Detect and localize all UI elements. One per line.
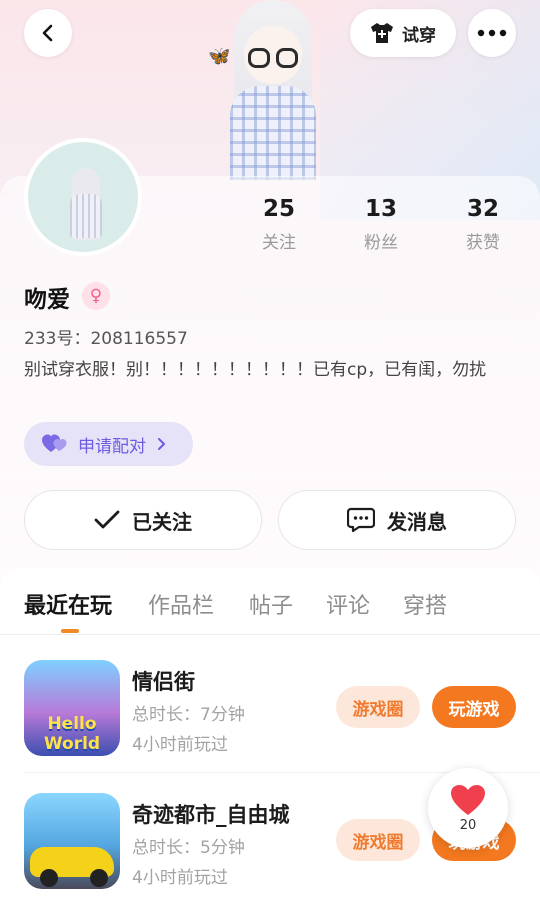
- active-tab-indicator: [61, 629, 79, 633]
- character-figure: [196, 0, 346, 180]
- profile-uid: 233号：208116557: [24, 329, 188, 349]
- play-game-button[interactable]: 玩游戏: [432, 686, 516, 728]
- stat-fans-label: 粉丝: [364, 233, 398, 253]
- game-row[interactable]: Hello World 情侣街 总时长：7分钟 4小时前玩过 游戏圈 玩游戏: [0, 660, 540, 780]
- more-dots-icon: [477, 29, 507, 37]
- tabs-divider: [0, 634, 540, 635]
- send-message-label: 发消息: [387, 509, 447, 534]
- more-button[interactable]: [468, 9, 516, 57]
- game-duration: 总时长：5分钟: [132, 838, 245, 858]
- chevron-left-icon: [42, 24, 53, 42]
- request-pair-label: 申请配对: [78, 436, 146, 457]
- tab-posts[interactable]: 帖子: [249, 588, 293, 620]
- tab-comments[interactable]: 评论: [326, 588, 370, 620]
- tab-outfits[interactable]: 穿搭: [403, 588, 447, 620]
- avatar[interactable]: [24, 138, 142, 256]
- tab-works[interactable]: 作品栏: [148, 588, 214, 620]
- stat-fans-value: 13: [364, 196, 397, 222]
- car-wheel: [40, 869, 58, 887]
- character-glasses-left: [248, 48, 270, 68]
- request-pair-button[interactable]: 申请配对: [24, 422, 193, 466]
- tab-recently-played[interactable]: 最近在玩: [24, 588, 112, 620]
- stat-likes[interactable]: 32 获赞: [443, 196, 523, 253]
- followed-button[interactable]: 已关注: [24, 490, 262, 550]
- stat-likes-label: 获赞: [466, 233, 500, 253]
- try-on-label: 试穿: [402, 25, 436, 46]
- shirt-icon: [371, 23, 393, 43]
- checkmark-icon: [94, 510, 120, 529]
- female-gender-icon: ♀: [82, 282, 110, 310]
- stat-following-value: 25: [262, 196, 295, 222]
- avatar-figure-body: [70, 194, 102, 238]
- like-button[interactable]: 20: [428, 768, 508, 848]
- heart-icon: [451, 784, 485, 815]
- game-title: 奇迹都市_自由城: [132, 803, 290, 827]
- car-wheel: [90, 869, 108, 887]
- stat-fans[interactable]: 13 粉丝: [341, 196, 421, 253]
- stat-following[interactable]: 25 关注: [239, 196, 319, 253]
- chevron-right-icon: [158, 438, 165, 450]
- game-duration: 总时长：7分钟: [132, 705, 245, 725]
- game-circle-button[interactable]: 游戏圈: [336, 686, 420, 728]
- game-icon-text: Hello World: [43, 714, 101, 754]
- character-outfit: [230, 86, 316, 180]
- game-last-played: 4小时前玩过: [132, 735, 228, 755]
- game-last-played: 4小时前玩过: [132, 868, 228, 888]
- game-title: 情侣街: [132, 670, 195, 694]
- stat-following-label: 关注: [262, 233, 296, 253]
- double-heart-icon: [42, 434, 67, 452]
- back-button[interactable]: [24, 9, 72, 57]
- followed-label: 已关注: [132, 509, 192, 534]
- send-message-button[interactable]: 发消息: [278, 490, 516, 550]
- stat-likes-value: 32: [466, 196, 499, 222]
- like-count: 20: [459, 817, 477, 833]
- butterfly-icon: 🦋: [208, 46, 231, 67]
- game-icon[interactable]: [24, 793, 120, 889]
- try-on-button[interactable]: 试穿: [350, 9, 456, 57]
- chat-bubble-icon: [347, 507, 375, 533]
- character-glasses-right: [276, 48, 298, 68]
- profile-bio: 别试穿衣服！别！！！！！！！！！！已有cp，已有闺，勿扰: [24, 360, 487, 380]
- profile-name: 吻爱: [24, 287, 70, 313]
- game-circle-button[interactable]: 游戏圈: [336, 819, 420, 861]
- game-icon[interactable]: Hello World: [24, 660, 120, 756]
